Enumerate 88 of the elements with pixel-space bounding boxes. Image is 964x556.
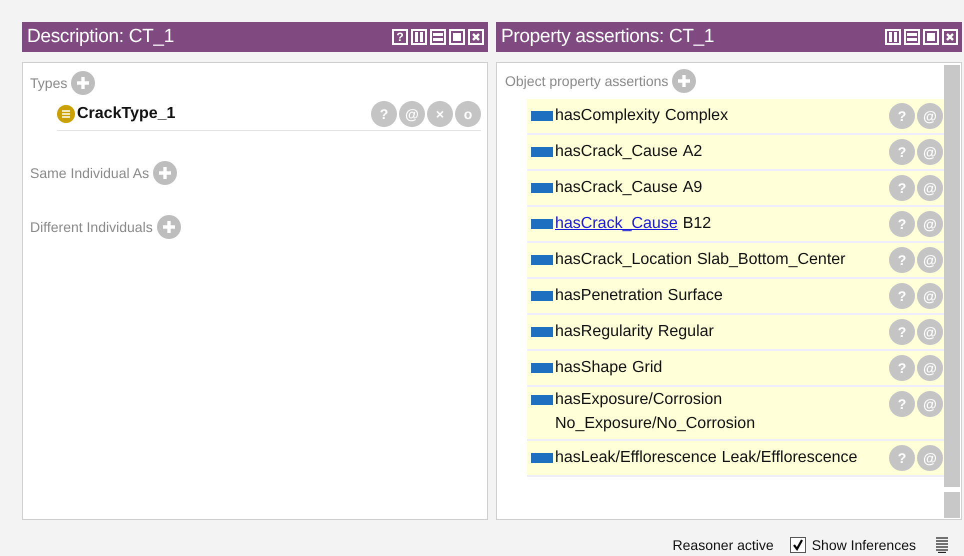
property-value: A2 — [682, 143, 702, 161]
panel-title: Property assertions: CT_1 — [501, 26, 714, 48]
checkbox[interactable] — [790, 537, 806, 553]
property-icon — [531, 291, 553, 301]
circle-button[interactable]: ? — [889, 103, 915, 129]
type-row[interactable]: CrackType_1 ? @ × o — [57, 100, 481, 131]
split-vertical-icon[interactable] — [411, 29, 427, 45]
circle-button[interactable]: ? — [889, 391, 915, 417]
circle-button[interactable]: @ — [917, 391, 943, 417]
circle-button[interactable]: ? — [889, 247, 915, 273]
close-icon[interactable] — [942, 29, 958, 45]
split-horizontal-icon[interactable] — [430, 29, 446, 45]
circle-button[interactable]: ? — [889, 283, 915, 309]
assertion-row[interactable]: hasCrack_Cause B12 ? @ — [527, 207, 944, 243]
circle-button[interactable]: ? — [889, 211, 915, 237]
list-icon[interactable] — [936, 537, 948, 553]
property-icon — [531, 147, 553, 157]
property-icon — [531, 219, 553, 229]
property-name: hasRegularity — [555, 323, 653, 341]
circle-button[interactable]: @ — [917, 103, 943, 129]
circle-button[interactable]: ? — [371, 101, 397, 127]
reasoner-status: Reasoner active — [672, 537, 774, 553]
property-name: hasCrack_Location — [555, 251, 692, 269]
class-icon — [57, 105, 75, 123]
circle-button[interactable]: o — [455, 101, 481, 127]
property-value: No_Exposure/No_Corrosion — [555, 415, 756, 433]
assertion-row[interactable]: hasExposure/Corrosion No_Exposure/No_Corrosion ? @ — [527, 387, 944, 441]
assertion-row[interactable]: hasRegularity Regular ? @ — [527, 315, 944, 351]
property-name: hasShape — [555, 359, 628, 377]
property-value: Complex — [664, 107, 728, 125]
panel-title: Description: CT_1 — [27, 26, 174, 48]
assertion-row[interactable]: hasLeak/Efflorescence Leak/Efflorescence ? @ — [527, 441, 944, 477]
property-name: hasCrack_Cause — [555, 179, 678, 197]
property-name: hasCrack_Cause — [555, 143, 678, 161]
circle-button[interactable]: ? — [889, 355, 915, 381]
checkbox-label: Show Inferences — [812, 537, 916, 553]
circle-button[interactable]: @ — [399, 101, 425, 127]
section-label: Same Individual As — [30, 165, 150, 181]
assertion-row[interactable]: hasCrack_Location Slab_Bottom_Center ? @ — [527, 243, 944, 279]
assertion-row[interactable]: hasComplexity Complex ? @ — [527, 99, 944, 135]
circle-button[interactable]: × — [427, 101, 453, 127]
property-value: A9 — [682, 179, 702, 197]
circle-button[interactable]: @ — [917, 139, 943, 165]
property-value: Slab_Bottom_Center — [696, 251, 846, 269]
assertion-row[interactable]: hasCrack_Cause A9 ? @ — [527, 171, 944, 207]
property-name: hasComplexity — [555, 107, 660, 125]
circle-button[interactable]: @ — [917, 211, 943, 237]
section-label: Object property assertions — [505, 73, 668, 89]
property-icon — [531, 363, 553, 373]
property-name: hasExposure/Corrosion — [555, 391, 724, 409]
split-vertical-icon[interactable] — [885, 29, 901, 45]
property-icon — [531, 255, 553, 265]
circle-button[interactable]: @ — [917, 247, 943, 273]
scrollbar-thumb[interactable] — [944, 492, 960, 518]
property-name: hasLeak/Efflorescence — [555, 449, 717, 467]
split-horizontal-icon[interactable] — [904, 29, 920, 45]
section-label: Different Individuals — [30, 219, 153, 235]
property-icon — [531, 111, 553, 121]
type-name: CrackType_1 — [77, 105, 176, 123]
section-label: Types — [30, 75, 68, 91]
assertion-row[interactable]: hasCrack_Cause A2 ? @ — [527, 135, 944, 171]
maximize-icon[interactable] — [449, 29, 465, 45]
help-button[interactable]: ? — [392, 29, 408, 45]
circle-button[interactable]: @ — [917, 319, 943, 345]
circle-button[interactable]: @ — [917, 445, 943, 471]
circle-button[interactable]: @ — [917, 355, 943, 381]
property-value: Regular — [658, 323, 714, 341]
property-icon — [531, 453, 553, 463]
property-icon — [531, 183, 553, 193]
checkmark-icon — [792, 539, 804, 551]
assertion-row[interactable]: hasPenetration Surface ? @ — [527, 279, 944, 315]
property-value: Surface — [668, 287, 723, 305]
property-name: hasPenetration — [555, 287, 663, 305]
circle-button[interactable]: @ — [917, 283, 943, 309]
circle-button[interactable]: ? — [889, 139, 915, 165]
property-icon — [531, 395, 553, 405]
property-icon — [531, 327, 553, 337]
property-value: Leak/Efflorescence — [722, 449, 858, 467]
circle-button[interactable]: ? — [889, 445, 915, 471]
circle-button[interactable]: ? — [889, 319, 915, 345]
property-value: Grid — [632, 359, 662, 377]
maximize-icon[interactable] — [923, 29, 939, 45]
circle-button[interactable]: ? — [889, 175, 915, 201]
circle-button[interactable]: @ — [917, 175, 943, 201]
assertion-row[interactable]: hasShape Grid ? @ — [527, 351, 944, 387]
close-icon[interactable] — [468, 29, 484, 45]
property-value: B12 — [682, 215, 712, 233]
property-link[interactable]: hasCrack_Cause — [555, 215, 678, 233]
